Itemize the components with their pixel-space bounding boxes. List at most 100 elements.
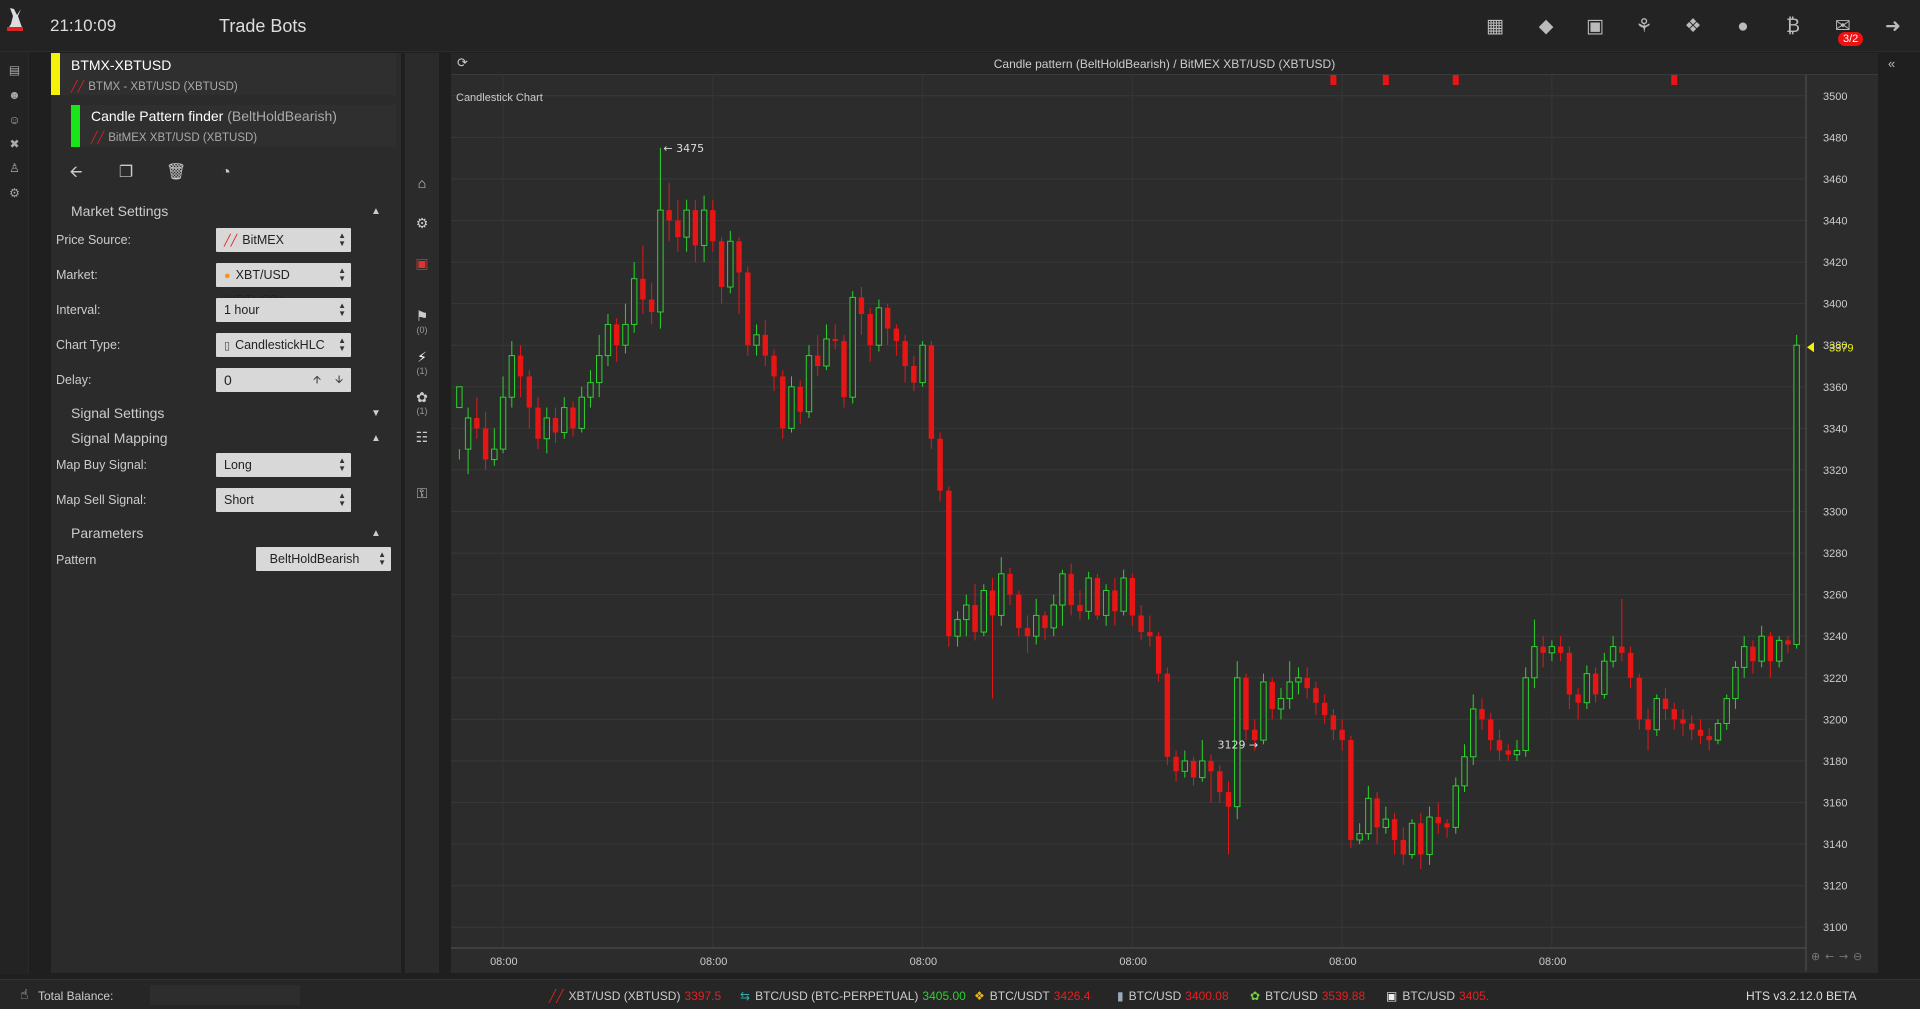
notification-badge[interactable]: 3/2 <box>1838 32 1864 46</box>
zoom-out-icon[interactable]: ⊖ <box>1853 950 1862 963</box>
bot-card-btmx[interactable]: BTMX-XBTUSD ╱╱ BTMX - XBT/USD (XBTUSD) <box>51 53 396 95</box>
bot-status-strip <box>71 105 80 147</box>
home-icon[interactable]: ⌂ <box>413 174 431 192</box>
user-icon[interactable]: ♙ <box>6 160 23 177</box>
bot-icon[interactable]: ☻ <box>6 87 23 104</box>
candlestick-chart[interactable]: 3100 3120 3140 3160 3180 3200 3220 3240 3260 3280… <box>451 75 1878 973</box>
pattern-select[interactable]: BeltHoldBearish ▲ ▼ <box>256 547 391 571</box>
market-select[interactable]: ●XBT/USD (XBTUSD) ▲▼ <box>216 263 351 307</box>
logout-icon[interactable]: ➜ <box>1881 16 1905 38</box>
bot-alt-icon[interactable]: ☺ <box>6 112 23 129</box>
candle-body-up <box>963 604 970 621</box>
candle-body-up <box>1260 681 1267 741</box>
bot-status-strip <box>51 53 60 95</box>
candle-body-up <box>1181 760 1189 772</box>
money-icon[interactable]: ▣ <box>413 254 431 272</box>
ticker-xbtusd[interactable]: ╱╱ XBT/USD (XBTUSD) 3397.5 <box>549 989 721 1003</box>
x-tick-label: 08:00 <box>490 956 518 968</box>
candle-body-up <box>683 209 690 238</box>
tag-icon[interactable]: ❖ <box>1681 16 1705 38</box>
ticker-btc-usd-2[interactable]: ✿ BTC/USD 3539.88 <box>1250 989 1365 1003</box>
chevron-up-icon[interactable]: ▲ <box>371 206 381 217</box>
cogs-icon[interactable]: ⚙ <box>413 214 431 232</box>
chart-title: Candlestick Chart <box>456 92 543 104</box>
ticker-btc-usdt[interactable]: ❖ BTC/USDT 3426.4 <box>974 989 1090 1003</box>
candle-body-up <box>1033 614 1040 637</box>
decrement-arrow-icon[interactable]: 🡫 <box>335 368 343 392</box>
trash-icon[interactable]: 🗑 <box>166 163 186 183</box>
back-arrow-icon[interactable]: 🡨 <box>66 163 86 183</box>
candle-body-down <box>1042 615 1048 628</box>
map-buy-select[interactable]: Long ▲ ▼ <box>216 453 351 477</box>
x-tick-label: 08:00 <box>1329 956 1357 968</box>
bot-subtitle: ╱╱ BTMX - XBT/USD (XBTUSD) <box>71 81 238 93</box>
copy-icon[interactable]: ❐ <box>116 163 136 183</box>
dashboard-icon[interactable]: ◔ <box>216 163 236 183</box>
chevron-down-icon[interactable]: ▼ <box>371 408 381 419</box>
ticker-btc-usd-3[interactable]: ▣ BTC/USD 3405. <box>1386 989 1489 1003</box>
chart-type-select[interactable]: ▯ CandlestickHLC ▲ ▼ <box>216 333 351 357</box>
section-signal-settings[interactable]: Signal Settings <box>71 405 164 421</box>
candle-body-up <box>1102 589 1110 616</box>
candle-body-down <box>1304 677 1310 689</box>
arrow-left-icon[interactable]: ← <box>1825 950 1834 963</box>
candle-body-down <box>1068 573 1074 606</box>
ticker-btc-perpetual[interactable]: ⇆ BTC/USD (BTC-PERPETUAL) 3405.00 <box>740 989 966 1003</box>
coins-icon[interactable]: ● <box>1731 16 1755 38</box>
sitemap-icon[interactable]: ☷ <box>413 428 431 446</box>
chart-panel: ⟳ Candle pattern (BeltHoldBearish) / Bit… <box>451 53 1878 973</box>
frame-icon[interactable]: ▣ <box>1583 16 1607 38</box>
bolt-icon[interactable]: ⚡ <box>413 348 431 366</box>
select-arrows-icon: ▲ ▼ <box>338 456 346 473</box>
candle-body-down <box>780 376 786 429</box>
candle-body-up <box>1470 708 1477 758</box>
candle-body-down <box>1269 681 1275 709</box>
zoom-in-icon[interactable]: ⊕ <box>1811 950 1820 963</box>
increment-arrow-icon[interactable]: 🡩 <box>313 368 321 392</box>
tools-icon[interactable]: ✖ <box>6 136 23 153</box>
signal-marker[interactable] <box>1671 75 1678 85</box>
candle-body-up <box>1461 756 1468 787</box>
ticket-icon[interactable]: ◆ <box>1534 16 1558 38</box>
monitor-icon[interactable]: ▤ <box>6 62 23 79</box>
signal-marker[interactable] <box>1330 75 1337 85</box>
candle-body-up <box>604 323 612 357</box>
section-signal-mapping[interactable]: Signal Mapping <box>71 430 168 446</box>
interval-select[interactable]: 1 hour ▲ ▼ <box>216 298 351 322</box>
y-tick-label: 3220 <box>1823 673 1847 685</box>
signal-marker[interactable] <box>1452 75 1459 85</box>
unlock-icon[interactable]: ⚿ <box>413 484 431 502</box>
map-sell-select[interactable]: Short ▲ ▼ <box>216 488 351 512</box>
candle-body-down <box>1671 708 1677 720</box>
y-tick-label: 3180 <box>1823 756 1847 768</box>
chevron-up-icon[interactable]: ▲ <box>371 528 381 539</box>
leaf-icon[interactable]: ✿ <box>413 388 431 406</box>
ticker-btc-usd-1[interactable]: ▮ BTC/USD 3400.08 <box>1117 989 1229 1003</box>
chevron-up-icon[interactable]: ▲ <box>371 433 381 444</box>
map-icon[interactable]: ▦ <box>1483 16 1507 38</box>
bitcoin-refresh-icon[interactable]: ₿ <box>1781 16 1805 38</box>
price-source-select[interactable]: ╱╱ BitMEX ▲ ▼ <box>216 228 351 252</box>
rabbit-logo-icon[interactable] <box>4 6 26 32</box>
candle-body-up <box>1408 822 1416 855</box>
bot-name: BTMX-XBTUSD <box>71 57 172 73</box>
section-parameters[interactable]: Parameters <box>71 525 143 541</box>
arrow-right-icon[interactable]: → <box>1839 950 1848 963</box>
bot-card-candle-pattern[interactable]: Candle Pattern finder (BeltHoldBearish) … <box>71 105 396 147</box>
candle-body-down <box>570 407 576 429</box>
candle-body-up <box>1609 646 1617 662</box>
x-tick-label: 08:00 <box>1539 956 1567 968</box>
y-tick-label: 3200 <box>1823 714 1847 726</box>
candle-body-up <box>998 573 1005 616</box>
section-market-settings[interactable]: Market Settings <box>71 203 168 219</box>
candle-body-up <box>1522 677 1529 752</box>
signal-marker[interactable] <box>1382 75 1389 85</box>
flag-icon[interactable]: ⚑ <box>413 307 431 325</box>
candle-body-up <box>954 619 961 637</box>
delay-stepper[interactable]: 0 🡩 🡫 <box>216 368 351 392</box>
cogs-icon[interactable]: ⚙ <box>6 185 23 202</box>
candle-body-down <box>1129 578 1136 616</box>
collapse-panel-icon[interactable]: « <box>1888 56 1895 71</box>
candle-body-up <box>1714 723 1722 741</box>
bell-icon[interactable]: ⚘ <box>1632 16 1656 38</box>
